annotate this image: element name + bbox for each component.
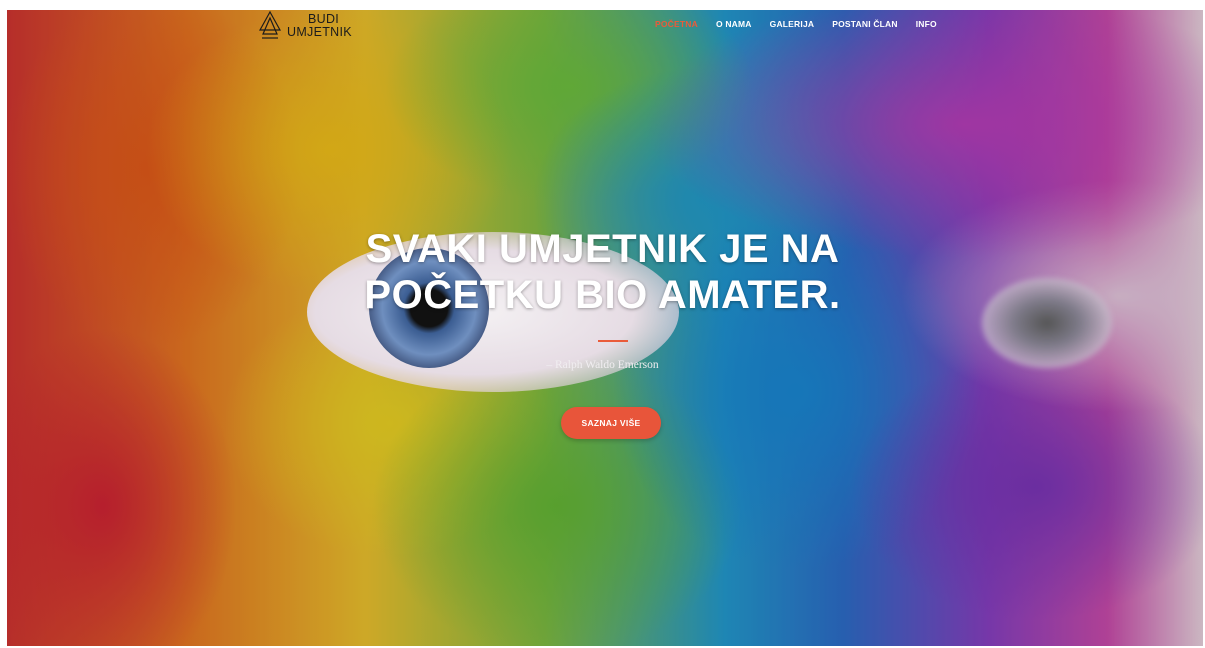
site-logo[interactable]: BUDI UMJETNIK xyxy=(259,8,352,44)
nav-item-o-nama[interactable]: O NAMA xyxy=(716,19,752,29)
hero-title-line-2: POČETKU BIO AMATER. xyxy=(364,273,841,317)
nav-item-pocetna[interactable]: POČETNA xyxy=(655,19,698,29)
hero-title-line-1: SVAKI UMJETNIK JE NA xyxy=(365,227,840,271)
saznaj-vise-button[interactable]: SAZNAJ VIŠE xyxy=(561,407,661,439)
hero-title: SVAKI UMJETNIK JE NA POČETKU BIO AMATER. xyxy=(0,226,1205,318)
hero-divider xyxy=(598,340,628,342)
site-logo-text: BUDI UMJETNIK xyxy=(287,13,352,39)
nav-item-galerija[interactable]: GALERIJA xyxy=(770,19,815,29)
main-navigation: POČETNA O NAMA GALERIJA POSTANI ČLAN INF… xyxy=(655,19,937,29)
nav-item-postani-clan[interactable]: POSTANI ČLAN xyxy=(832,19,898,29)
nav-item-info[interactable]: INFO xyxy=(916,19,937,29)
triangle-logo-icon xyxy=(259,10,281,39)
hero-section xyxy=(7,10,1203,646)
logo-line-2: UMJETNIK xyxy=(287,25,352,39)
hero-quote-author: – Ralph Waldo Emerson xyxy=(546,359,659,371)
